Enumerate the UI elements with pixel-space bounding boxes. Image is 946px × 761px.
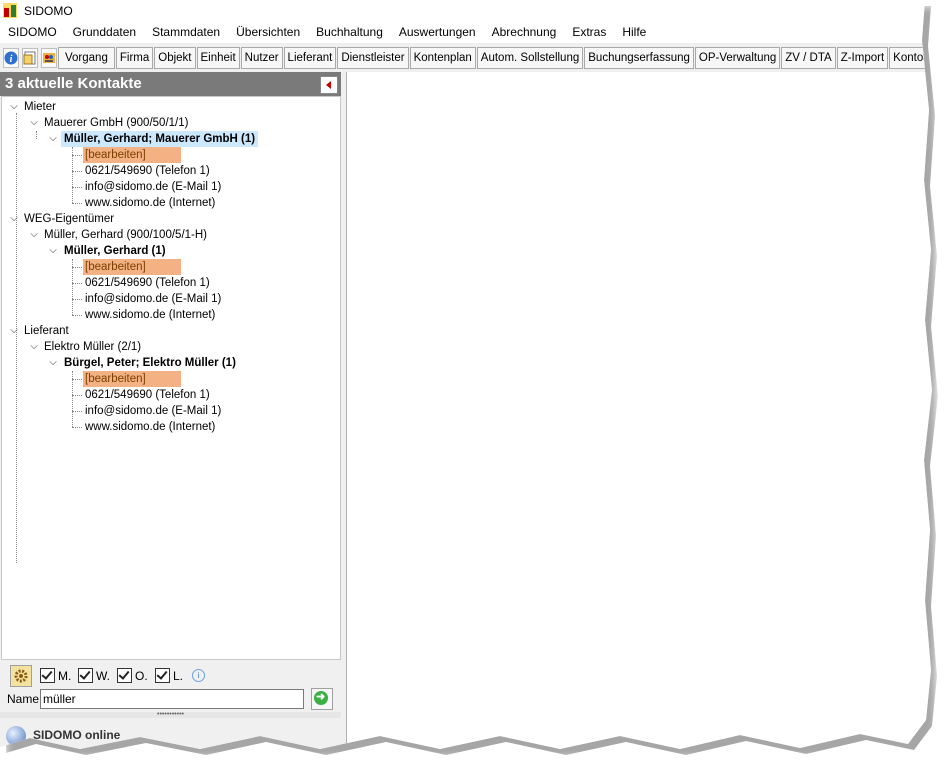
internet-entry[interactable]: www.sidomo.de (Internet): [85, 307, 215, 323]
toolbar-button-lieferant[interactable]: Lieferant: [283, 47, 337, 69]
edit-link-label[interactable]: [bearbeiten]: [83, 371, 181, 387]
toolbar-button-objekt[interactable]: Objekt: [154, 47, 196, 69]
name-label: Name:: [7, 692, 43, 706]
checkbox-label: W.: [96, 668, 110, 683]
panel-header: 3 aktuelle Kontakte: [0, 72, 341, 96]
main-content-area: [346, 72, 932, 749]
menu-sidomo[interactable]: SIDOMO: [0, 22, 65, 43]
toolbar-button-vorgang[interactable]: Vorgang: [58, 47, 115, 69]
toolbar-button-nutzer[interactable]: Nutzer: [240, 47, 283, 69]
contacts-panel: 3 aktuelle Kontakte ⌵ Mieter ⌵ Mauerer G…: [0, 72, 341, 749]
online-label[interactable]: SIDOMO online: [33, 728, 120, 742]
collapse-panel-button[interactable]: [320, 76, 338, 94]
chevron-down-icon[interactable]: ⌵: [28, 339, 40, 355]
edit-link-label[interactable]: [bearbeiten]: [83, 259, 181, 275]
toolbar-button-buchungserfassung[interactable]: Buchungserfassung: [584, 47, 694, 69]
tree-node-contact[interactable]: Müller, Gerhard; Mauerer GmbH (1): [61, 131, 259, 147]
contacts-icon[interactable]: [41, 48, 57, 68]
menu-uebersichten[interactable]: Übersichten: [228, 22, 308, 43]
filter-checkbox-l[interactable]: L.: [155, 668, 183, 683]
tree-group-mieter[interactable]: Mieter: [24, 99, 56, 115]
info-icon[interactable]: i: [192, 669, 205, 682]
app-logo-icon: [3, 3, 17, 18]
menu-abrechnung[interactable]: Abrechnung: [484, 22, 565, 43]
email-entry[interactable]: info@sidomo.de (E-Mail 1): [85, 179, 221, 195]
toolbar-button-firma[interactable]: Firma: [115, 47, 154, 69]
internet-entry[interactable]: www.sidomo.de (Internet): [85, 419, 215, 435]
tree-node-contact[interactable]: Müller, Gerhard (1): [64, 243, 166, 259]
chevron-down-icon[interactable]: ⌵: [8, 323, 20, 339]
internet-entry[interactable]: www.sidomo.de (Internet): [85, 195, 215, 211]
window-title: SIDOMO: [24, 4, 73, 18]
phone-entry[interactable]: 0621/549690 (Telefon 1): [85, 163, 210, 179]
toolbar-button-kontenplan[interactable]: Kontenplan: [409, 47, 476, 69]
online-bar: SIDOMO online: [0, 718, 341, 749]
title-bar: SIDOMO: [0, 0, 932, 22]
phone-entry[interactable]: 0621/549690 (Telefon 1): [85, 275, 210, 291]
toolbar-button-autom-sollstellung[interactable]: Autom. Sollstellung: [476, 47, 584, 69]
menu-hilfe[interactable]: Hilfe: [614, 22, 654, 43]
tree-group-weg-eigentuemer[interactable]: WEG-Eigentümer: [24, 211, 114, 227]
name-search-input[interactable]: [40, 689, 304, 709]
email-entry[interactable]: info@sidomo.de (E-Mail 1): [85, 291, 221, 307]
checkbox-box[interactable]: [78, 668, 93, 683]
menu-bar: SIDOMO Grunddaten Stammdaten Übersichten…: [0, 22, 932, 43]
menu-extras[interactable]: Extras: [564, 22, 614, 43]
tree-group-lieferant[interactable]: Lieferant: [24, 323, 69, 339]
toolbar-button-z-import[interactable]: Z-Import: [836, 47, 889, 69]
checkbox-label: M.: [58, 668, 72, 683]
checkbox-label: O.: [135, 668, 148, 683]
menu-grunddaten[interactable]: Grunddaten: [65, 22, 144, 43]
checkbox-label: L.: [173, 668, 184, 683]
document-icon[interactable]: [22, 48, 38, 68]
filter-checkbox-o[interactable]: O.: [117, 668, 148, 683]
svg-text:i: i: [10, 54, 13, 65]
filter-checkbox-w[interactable]: W.: [78, 668, 110, 683]
tree-node-object[interactable]: Elektro Müller (2/1): [44, 339, 141, 355]
edit-link[interactable]: [bearbeiten]: [83, 259, 181, 275]
toolbar-button-kontoauszug[interactable]: Kontoauszug: [889, 47, 932, 69]
checkbox-box[interactable]: [155, 668, 170, 683]
chevron-down-icon[interactable]: ⌵: [47, 243, 59, 259]
filter-checkbox-m[interactable]: M.: [40, 668, 71, 683]
settings-gear-icon[interactable]: [10, 665, 32, 687]
info-icon[interactable]: i: [3, 48, 19, 68]
toolbar-button-zv-dta[interactable]: ZV / DTA: [781, 47, 836, 69]
panel-title: 3 aktuelle Kontakte: [5, 75, 142, 92]
toolbar-button-dienstleister[interactable]: Dienstleister: [337, 47, 409, 69]
contact-tree: ⌵ Mieter ⌵ Mauerer GmbH (900/50/1/1) ⌵ M…: [1, 96, 341, 660]
filter-bar: M. W. O. L. i Name:: [0, 660, 341, 716]
toolbar: i Vorgang Firma Objekt Einheit Nutzer Li…: [0, 44, 932, 72]
edit-link[interactable]: [bearbeiten]: [83, 371, 181, 387]
toolbar-button-einheit[interactable]: Einheit: [196, 47, 240, 69]
menu-buchhaltung[interactable]: Buchhaltung: [308, 22, 391, 43]
search-go-button[interactable]: [311, 688, 333, 710]
toolbar-button-op-verwaltung[interactable]: OP-Verwaltung: [694, 47, 781, 69]
chevron-down-icon[interactable]: ⌵: [28, 227, 40, 243]
checkbox-box[interactable]: [117, 668, 132, 683]
chevron-down-icon[interactable]: ⌵: [47, 131, 59, 147]
chevron-down-icon[interactable]: ⌵: [8, 99, 20, 115]
edit-link[interactable]: [bearbeiten]: [83, 147, 181, 163]
menu-stammdaten[interactable]: Stammdaten: [144, 22, 228, 43]
email-entry[interactable]: info@sidomo.de (E-Mail 1): [85, 403, 221, 419]
chevron-down-icon[interactable]: ⌵: [28, 115, 40, 131]
checkbox-box[interactable]: [40, 668, 55, 683]
tree-node-object[interactable]: Mauerer GmbH (900/50/1/1): [44, 115, 188, 131]
phone-entry[interactable]: 0621/549690 (Telefon 1): [85, 387, 210, 403]
app-window: SIDOMO SIDOMO Grunddaten Stammdaten Über…: [0, 0, 932, 749]
tree-node-object[interactable]: Müller, Gerhard (900/100/5/1-H): [44, 227, 207, 243]
chevron-down-icon[interactable]: ⌵: [8, 211, 20, 227]
edit-link-label[interactable]: [bearbeiten]: [83, 147, 181, 163]
chevron-down-icon[interactable]: ⌵: [47, 355, 59, 371]
menu-auswertungen[interactable]: Auswertungen: [391, 22, 484, 43]
tree-node-contact[interactable]: Bürgel, Peter; Elektro Müller (1): [64, 355, 236, 371]
